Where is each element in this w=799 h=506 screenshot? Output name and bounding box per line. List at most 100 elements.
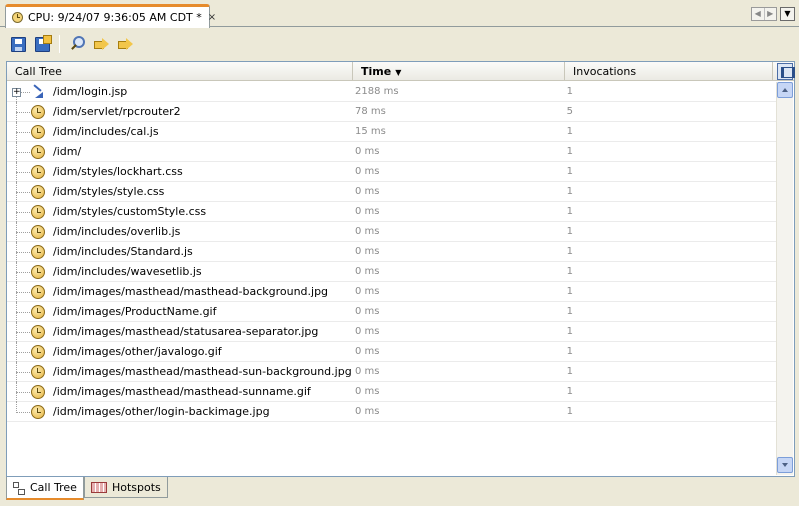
column-chooser-icon[interactable] — [777, 63, 795, 80]
tree-branch-line — [16, 252, 30, 253]
invocations-value: 1 — [566, 386, 573, 397]
table-row[interactable]: /idm/styles/lockhart.css 0 ms 1 — [7, 162, 777, 182]
invocations-value: 1 — [566, 186, 573, 197]
find-next-button[interactable] — [115, 34, 135, 54]
invocations-value: 1 — [566, 126, 573, 137]
find-button[interactable] — [67, 34, 87, 54]
tree-branch-line — [16, 232, 30, 233]
time-value: 2188 ms — [355, 86, 399, 97]
scroll-down-icon[interactable] — [777, 457, 793, 473]
call-name: /idm/images/other/javalogo.gif — [53, 345, 222, 358]
call-name: /idm/images/masthead/masthead-sun-backgr… — [53, 365, 352, 378]
tree-branch-line — [16, 372, 30, 373]
call-name: /idm/servlet/rpcrouter2 — [53, 105, 181, 118]
table-row[interactable]: /idm/includes/Standard.js 0 ms 1 — [7, 242, 777, 262]
invocations-value: 1 — [566, 366, 573, 377]
clock-icon — [31, 105, 45, 119]
tree-branch-line — [16, 112, 30, 113]
scroll-left-icon[interactable]: ◀ — [752, 8, 765, 20]
tab-call-tree[interactable]: Call Tree — [6, 477, 84, 500]
save-as-button[interactable] — [32, 34, 52, 54]
find-previous-button[interactable] — [91, 34, 111, 54]
table-row[interactable]: /idm/styles/customStyle.css 0 ms 1 — [7, 202, 777, 222]
snapshot-toolbar — [0, 28, 799, 60]
time-value: 0 ms — [355, 186, 380, 197]
table-row[interactable]: /idm/includes/wavesetlib.js 0 ms 1 — [7, 262, 777, 282]
call-tree-icon — [13, 481, 25, 495]
time-value: 15 ms — [355, 126, 386, 137]
invocations-value: 1 — [566, 326, 573, 337]
table-row[interactable]: /idm/images/masthead/masthead-sunname.gi… — [7, 382, 777, 402]
clock-icon — [31, 265, 45, 279]
call-tree-table: Call Tree Time ▼ Invocations + /idm/login.… — [6, 61, 795, 477]
table-row[interactable]: /idm/images/masthead/masthead-background… — [7, 282, 777, 302]
tab-scroll-buttons: ◀ ▶ — [751, 7, 777, 21]
scroll-right-icon[interactable]: ▶ — [765, 8, 777, 20]
table-row[interactable]: /idm/images/masthead/masthead-sun-backgr… — [7, 362, 777, 382]
call-name: /idm/includes/Standard.js — [53, 245, 193, 258]
save-as-icon — [34, 34, 52, 52]
find-next-icon — [117, 36, 133, 52]
clock-icon — [31, 145, 45, 159]
invocations-value: 1 — [566, 166, 573, 177]
time-value: 0 ms — [355, 206, 380, 217]
time-value: 0 ms — [355, 306, 380, 317]
clock-icon — [12, 12, 23, 23]
table-row[interactable]: /idm/images/other/javalogo.gif 0 ms 1 — [7, 342, 777, 362]
close-icon[interactable]: × — [208, 12, 216, 23]
column-header-call-tree[interactable]: Call Tree — [7, 62, 353, 81]
clock-icon — [31, 205, 45, 219]
tree-branch-line — [16, 212, 30, 213]
table-row[interactable]: /idm/includes/cal.js 15 ms 1 — [7, 122, 777, 142]
scroll-up-icon[interactable] — [777, 82, 793, 98]
time-value: 0 ms — [355, 366, 380, 377]
clock-icon — [31, 165, 45, 179]
clock-icon — [31, 305, 45, 319]
call-name: /idm/login.jsp — [53, 85, 128, 98]
tree-branch-line — [16, 172, 30, 173]
time-value: 0 ms — [355, 266, 380, 277]
table-row[interactable]: + /idm/login.jsp 2188 ms 1 — [7, 82, 777, 102]
invocations-value: 1 — [566, 306, 573, 317]
expand-icon[interactable]: + — [12, 88, 21, 97]
time-value: 0 ms — [355, 286, 380, 297]
tab-hotspots[interactable]: Hotspots — [83, 477, 168, 498]
invocations-value: 1 — [566, 406, 573, 417]
time-value: 0 ms — [355, 326, 380, 337]
toolbar-separator — [59, 35, 60, 53]
clock-icon — [31, 285, 45, 299]
time-value: 0 ms — [355, 346, 380, 357]
tree-branch-line — [16, 412, 30, 413]
clock-icon — [31, 365, 45, 379]
clock-icon — [31, 125, 45, 139]
cpu-snapshot-tab[interactable]: CPU: 9/24/07 9:36:05 AM CDT * × — [5, 4, 216, 28]
tree-branch-line — [16, 392, 30, 393]
clock-icon — [31, 245, 45, 259]
column-header-invocations[interactable]: Invocations — [565, 62, 773, 81]
table-row[interactable]: /idm/includes/overlib.js 0 ms 1 — [7, 222, 777, 242]
invocations-value: 1 — [566, 346, 573, 357]
call-name: /idm/images/ProductName.gif — [53, 305, 217, 318]
call-name: /idm/images/masthead/masthead-background… — [53, 285, 329, 298]
table-row[interactable]: /idm/images/other/login-backimage.jpg 0 m… — [7, 402, 777, 422]
editor-tab-strip: CPU: 9/24/07 9:36:05 AM CDT * × ◀ ▶ ▼ — [0, 0, 799, 28]
table-row[interactable]: /idm/images/masthead/statusarea-separato… — [7, 322, 777, 342]
clock-icon — [31, 225, 45, 239]
time-value: 0 ms — [355, 246, 380, 257]
table-row[interactable]: /idm/styles/style.css 0 ms 1 — [7, 182, 777, 202]
vertical-scrollbar[interactable] — [776, 82, 793, 475]
call-name: /idm/images/masthead/masthead-sunname.gi… — [53, 385, 311, 398]
tab-label: Hotspots — [111, 480, 161, 494]
invocations-value: 5 — [566, 106, 573, 117]
table-row[interactable]: /idm/0 ms 1 — [7, 142, 777, 162]
column-header-time[interactable]: Time ▼ — [353, 62, 565, 81]
time-value: 0 ms — [355, 386, 380, 397]
table-row[interactable]: /idm/images/ProductName.gif 0 ms 1 — [7, 302, 777, 322]
tree-branch-line — [16, 332, 30, 333]
hotspots-icon — [90, 481, 107, 493]
invocations-value: 1 — [566, 226, 573, 237]
tab-list-dropdown-icon[interactable]: ▼ — [780, 7, 795, 21]
call-name: /idm/styles/customStyle.css — [53, 205, 207, 218]
table-row[interactable]: /idm/servlet/rpcrouter2 78 ms 5 — [7, 102, 777, 122]
save-button[interactable] — [8, 34, 28, 54]
